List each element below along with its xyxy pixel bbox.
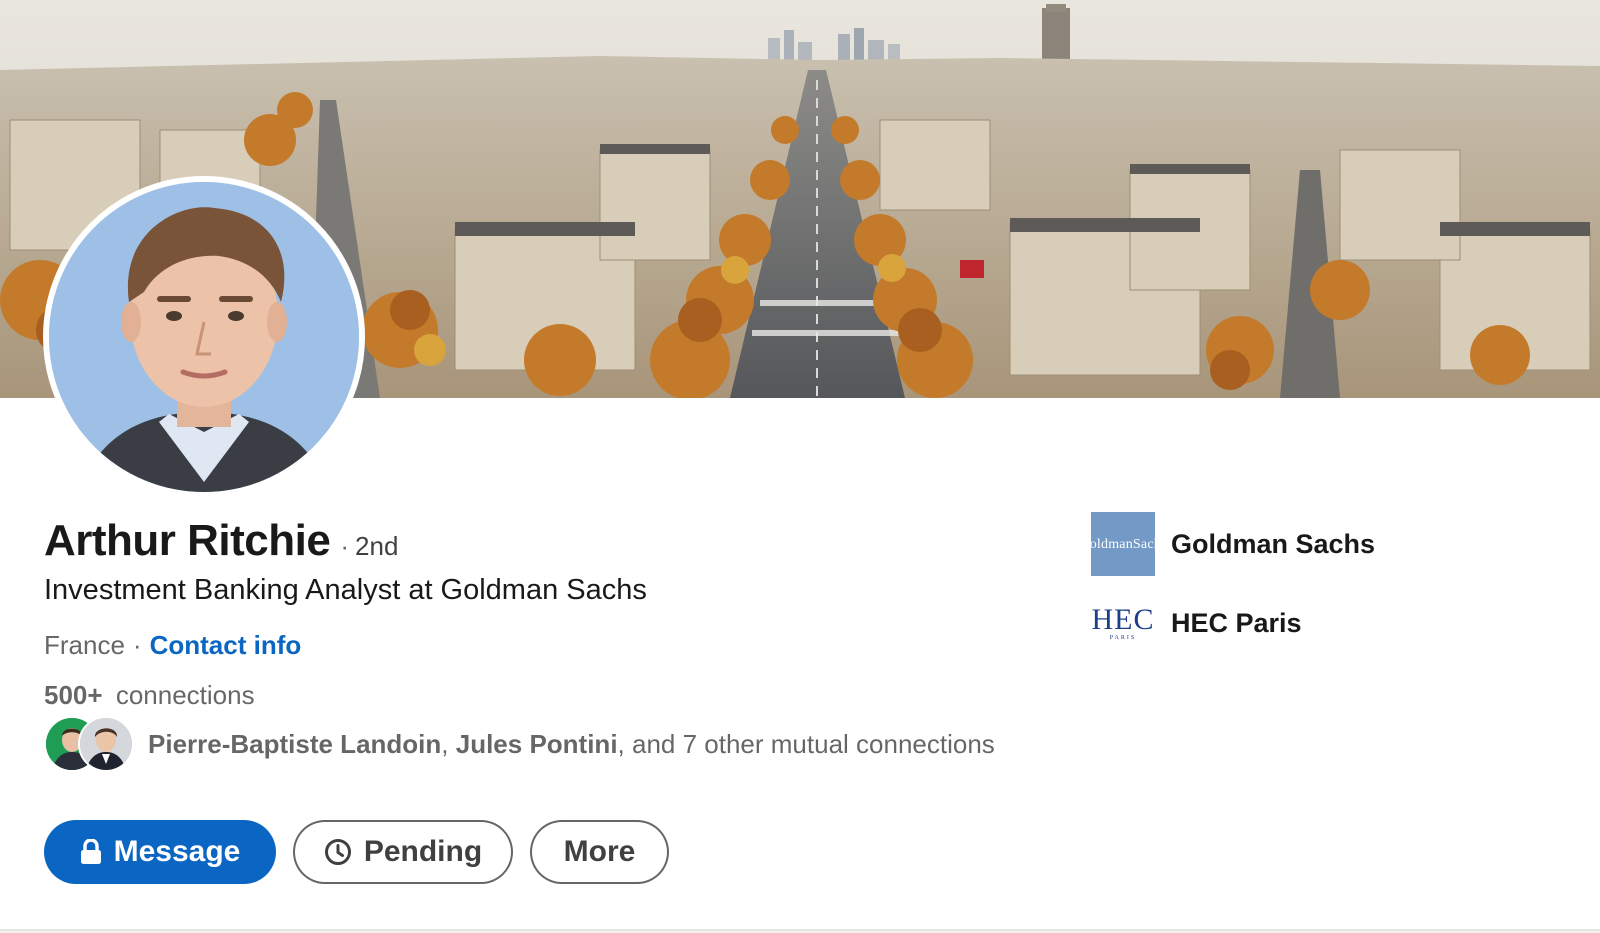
profile-card: Arthur Ritchie · 2nd Investment Banking … xyxy=(0,0,1600,931)
connections-label: connections xyxy=(115,680,255,710)
separator-dot: · xyxy=(340,531,350,561)
clock-icon xyxy=(324,838,352,866)
mutual-connections-rest: , and 7 other mutual connections xyxy=(617,728,995,759)
mutual-avatar xyxy=(78,716,134,772)
school-name: HEC Paris xyxy=(1171,607,1302,638)
pending-button-label: Pending xyxy=(363,835,483,868)
logo-text: PARIS xyxy=(1109,635,1137,641)
separator-dot: · xyxy=(132,630,142,660)
logo-text: HEC xyxy=(1091,603,1155,636)
location-row: France · Contact info xyxy=(44,630,301,661)
connection-degree: 2nd xyxy=(355,531,399,561)
goldman-sachs-logo: Goldman Sachs xyxy=(1079,512,1166,576)
more-button-label: More xyxy=(563,835,636,868)
company-name: Goldman Sachs xyxy=(1171,528,1376,559)
profile-actions: Message Pending More xyxy=(44,820,669,884)
logo-text: Goldman xyxy=(1079,536,1133,552)
current-company-link[interactable]: Goldman Sachs Goldman Sachs xyxy=(1079,512,1376,576)
profile-location: France xyxy=(44,630,125,660)
lock-icon xyxy=(80,839,102,865)
contact-info-link[interactable]: Contact info xyxy=(150,630,302,661)
pending-button[interactable]: Pending xyxy=(293,820,513,884)
name-row: Arthur Ritchie · 2nd xyxy=(44,516,398,566)
mutual-connections-row[interactable]: Pierre-Baptiste Landoin , Jules Pontini … xyxy=(44,716,995,772)
profile-name: Arthur Ritchie xyxy=(44,516,331,565)
mutual-connection-name[interactable]: Pierre-Baptiste Landoin xyxy=(148,729,441,760)
message-button-label: Message xyxy=(113,835,241,868)
profile-photo[interactable] xyxy=(43,176,365,498)
mutual-avatars xyxy=(44,716,134,772)
education-link[interactable]: HEC PARIS HEC Paris xyxy=(1091,598,1302,648)
connections-row[interactable]: 500+ connections xyxy=(44,680,255,711)
mutual-connection-name[interactable]: Jules Pontini xyxy=(456,729,618,760)
more-button[interactable]: More xyxy=(530,820,669,884)
profile-headline: Investment Banking Analyst at Goldman Sa… xyxy=(44,574,647,606)
logo-text: Sachs xyxy=(1132,536,1167,552)
message-button[interactable]: Message xyxy=(44,820,276,884)
connections-count: 500+ xyxy=(44,680,103,710)
hec-paris-logo: HEC PARIS xyxy=(1091,603,1155,643)
mutual-separator: , xyxy=(441,728,456,759)
